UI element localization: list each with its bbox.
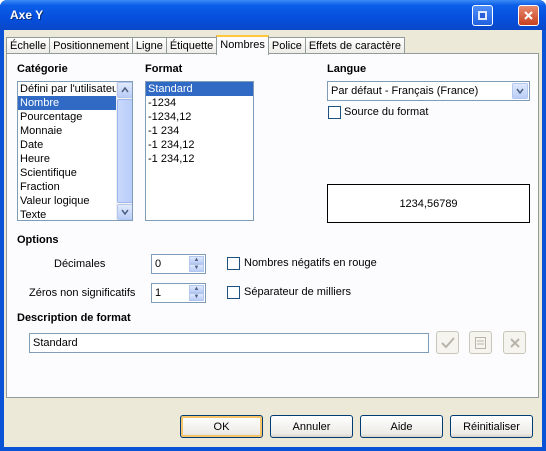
help-title-button[interactable] xyxy=(472,5,493,26)
format-description-label: Description de format xyxy=(17,312,131,324)
format-item[interactable]: -1234 xyxy=(146,96,253,110)
category-item-number[interactable]: Nombre xyxy=(18,96,116,110)
format-item[interactable]: -1 234,12 xyxy=(146,152,253,166)
options-label: Options xyxy=(17,234,59,246)
close-icon xyxy=(524,11,533,20)
category-list-items: Défini par l'utilisateur Nombre Pourcent… xyxy=(18,82,122,220)
decimals-spin-buttons: ▲ ▼ xyxy=(189,256,204,272)
spin-down-button[interactable]: ▼ xyxy=(189,293,204,301)
category-scrollbar[interactable] xyxy=(116,82,132,220)
category-item-boolean[interactable]: Valeur logique xyxy=(18,194,116,208)
accept-format-button[interactable] xyxy=(436,331,459,354)
tab-nombres[interactable]: Nombres xyxy=(216,35,269,55)
format-label: Format xyxy=(145,63,183,75)
category-item-fraction[interactable]: Fraction xyxy=(18,180,116,194)
format-item[interactable]: -1234,12 xyxy=(146,110,253,124)
thousands-separator-label: Séparateur de milliers xyxy=(244,286,351,298)
decimals-spinner[interactable]: 0 ▲ ▼ xyxy=(151,254,206,274)
category-item-text[interactable]: Texte xyxy=(18,208,116,220)
decimals-label: Décimales xyxy=(54,258,106,270)
format-listbox[interactable]: Standard -1234 -1234,12 -1 234 -1 234,12… xyxy=(145,81,254,221)
decimals-value: 0 xyxy=(155,258,162,270)
language-dropdown-button[interactable] xyxy=(512,83,528,99)
scroll-down-button[interactable] xyxy=(117,204,132,220)
tab-echelle[interactable]: Échelle xyxy=(6,37,51,54)
spin-down-button[interactable]: ▼ xyxy=(189,264,204,272)
delete-format-button[interactable] xyxy=(503,331,526,354)
dialog-window: Axe Y Échelle Positionnement Ligne Étiqu… xyxy=(0,0,546,451)
reset-button[interactable]: Réinitialiser xyxy=(450,415,533,438)
comment-icon xyxy=(475,336,486,349)
source-format-checkbox[interactable] xyxy=(328,106,341,119)
format-code-input[interactable]: Standard xyxy=(29,333,429,353)
window-title: Axe Y xyxy=(10,8,44,22)
category-item-percentage[interactable]: Pourcentage xyxy=(18,110,116,124)
chevron-down-icon xyxy=(516,88,524,94)
language-select[interactable]: Par défaut - Français (France) xyxy=(327,81,530,101)
source-format-label: Source du format xyxy=(344,106,429,118)
language-value: Par défaut - Français (France) xyxy=(331,85,479,97)
tab-ligne[interactable]: Ligne xyxy=(131,37,167,54)
title-bar[interactable]: Axe Y xyxy=(0,0,546,30)
leading-zeros-spinner[interactable]: 1 ▲ ▼ xyxy=(151,283,206,303)
category-item-scientific[interactable]: Scientifique xyxy=(18,166,116,180)
spin-up-button[interactable]: ▲ xyxy=(189,256,204,264)
format-item[interactable]: -1 234,12 xyxy=(146,138,253,152)
leading-zeros-spin-buttons: ▲ ▼ xyxy=(189,285,204,301)
help-button[interactable]: Aide xyxy=(360,415,443,438)
cancel-button[interactable]: Annuler xyxy=(270,415,353,438)
edit-comment-button[interactable] xyxy=(469,331,492,354)
tab-strip: Échelle Positionnement Ligne Étiquette N… xyxy=(6,35,405,55)
scroll-thumb[interactable] xyxy=(117,99,132,203)
chevron-up-icon xyxy=(121,87,129,93)
thousands-separator-checkbox[interactable] xyxy=(227,286,240,299)
chevron-down-icon xyxy=(121,209,129,215)
tab-effets-caractere[interactable]: Effets de caractère xyxy=(304,37,405,54)
language-label: Langue xyxy=(327,63,367,75)
category-label: Catégorie xyxy=(17,63,68,75)
delete-icon xyxy=(509,337,520,348)
ok-button[interactable]: OK xyxy=(180,415,263,438)
tab-positionnement[interactable]: Positionnement xyxy=(49,37,133,54)
category-item-currency[interactable]: Monnaie xyxy=(18,124,116,138)
category-listbox[interactable]: Défini par l'utilisateur Nombre Pourcent… xyxy=(17,81,133,221)
leading-zeros-label: Zéros non significatifs xyxy=(29,287,136,299)
close-button[interactable] xyxy=(518,5,539,26)
help-icon xyxy=(478,11,487,20)
format-item-standard[interactable]: Standard xyxy=(146,82,253,96)
scroll-up-button[interactable] xyxy=(117,82,132,98)
negative-red-checkbox[interactable] xyxy=(227,257,240,270)
category-item-date[interactable]: Date xyxy=(18,138,116,152)
preview-value: 1234,56789 xyxy=(399,197,458,210)
tab-police[interactable]: Police xyxy=(267,37,306,54)
category-item-time[interactable]: Heure xyxy=(18,152,116,166)
format-preview: 1234,56789 xyxy=(327,184,530,223)
format-code-value: Standard xyxy=(33,337,78,349)
negative-red-label: Nombres négatifs en rouge xyxy=(244,257,377,269)
checkmark-icon xyxy=(440,336,455,348)
tab-etiquette[interactable]: Étiquette xyxy=(165,37,218,54)
dialog-client: Échelle Positionnement Ligne Étiquette N… xyxy=(4,30,542,447)
leading-zeros-value: 1 xyxy=(155,287,162,299)
spin-up-button[interactable]: ▲ xyxy=(189,285,204,293)
format-item[interactable]: -1 234 xyxy=(146,124,253,138)
tab-panel-nombres: Catégorie Défini par l'utilisateur Nombr… xyxy=(6,53,539,398)
category-item-user-defined[interactable]: Défini par l'utilisateur xyxy=(18,82,122,96)
